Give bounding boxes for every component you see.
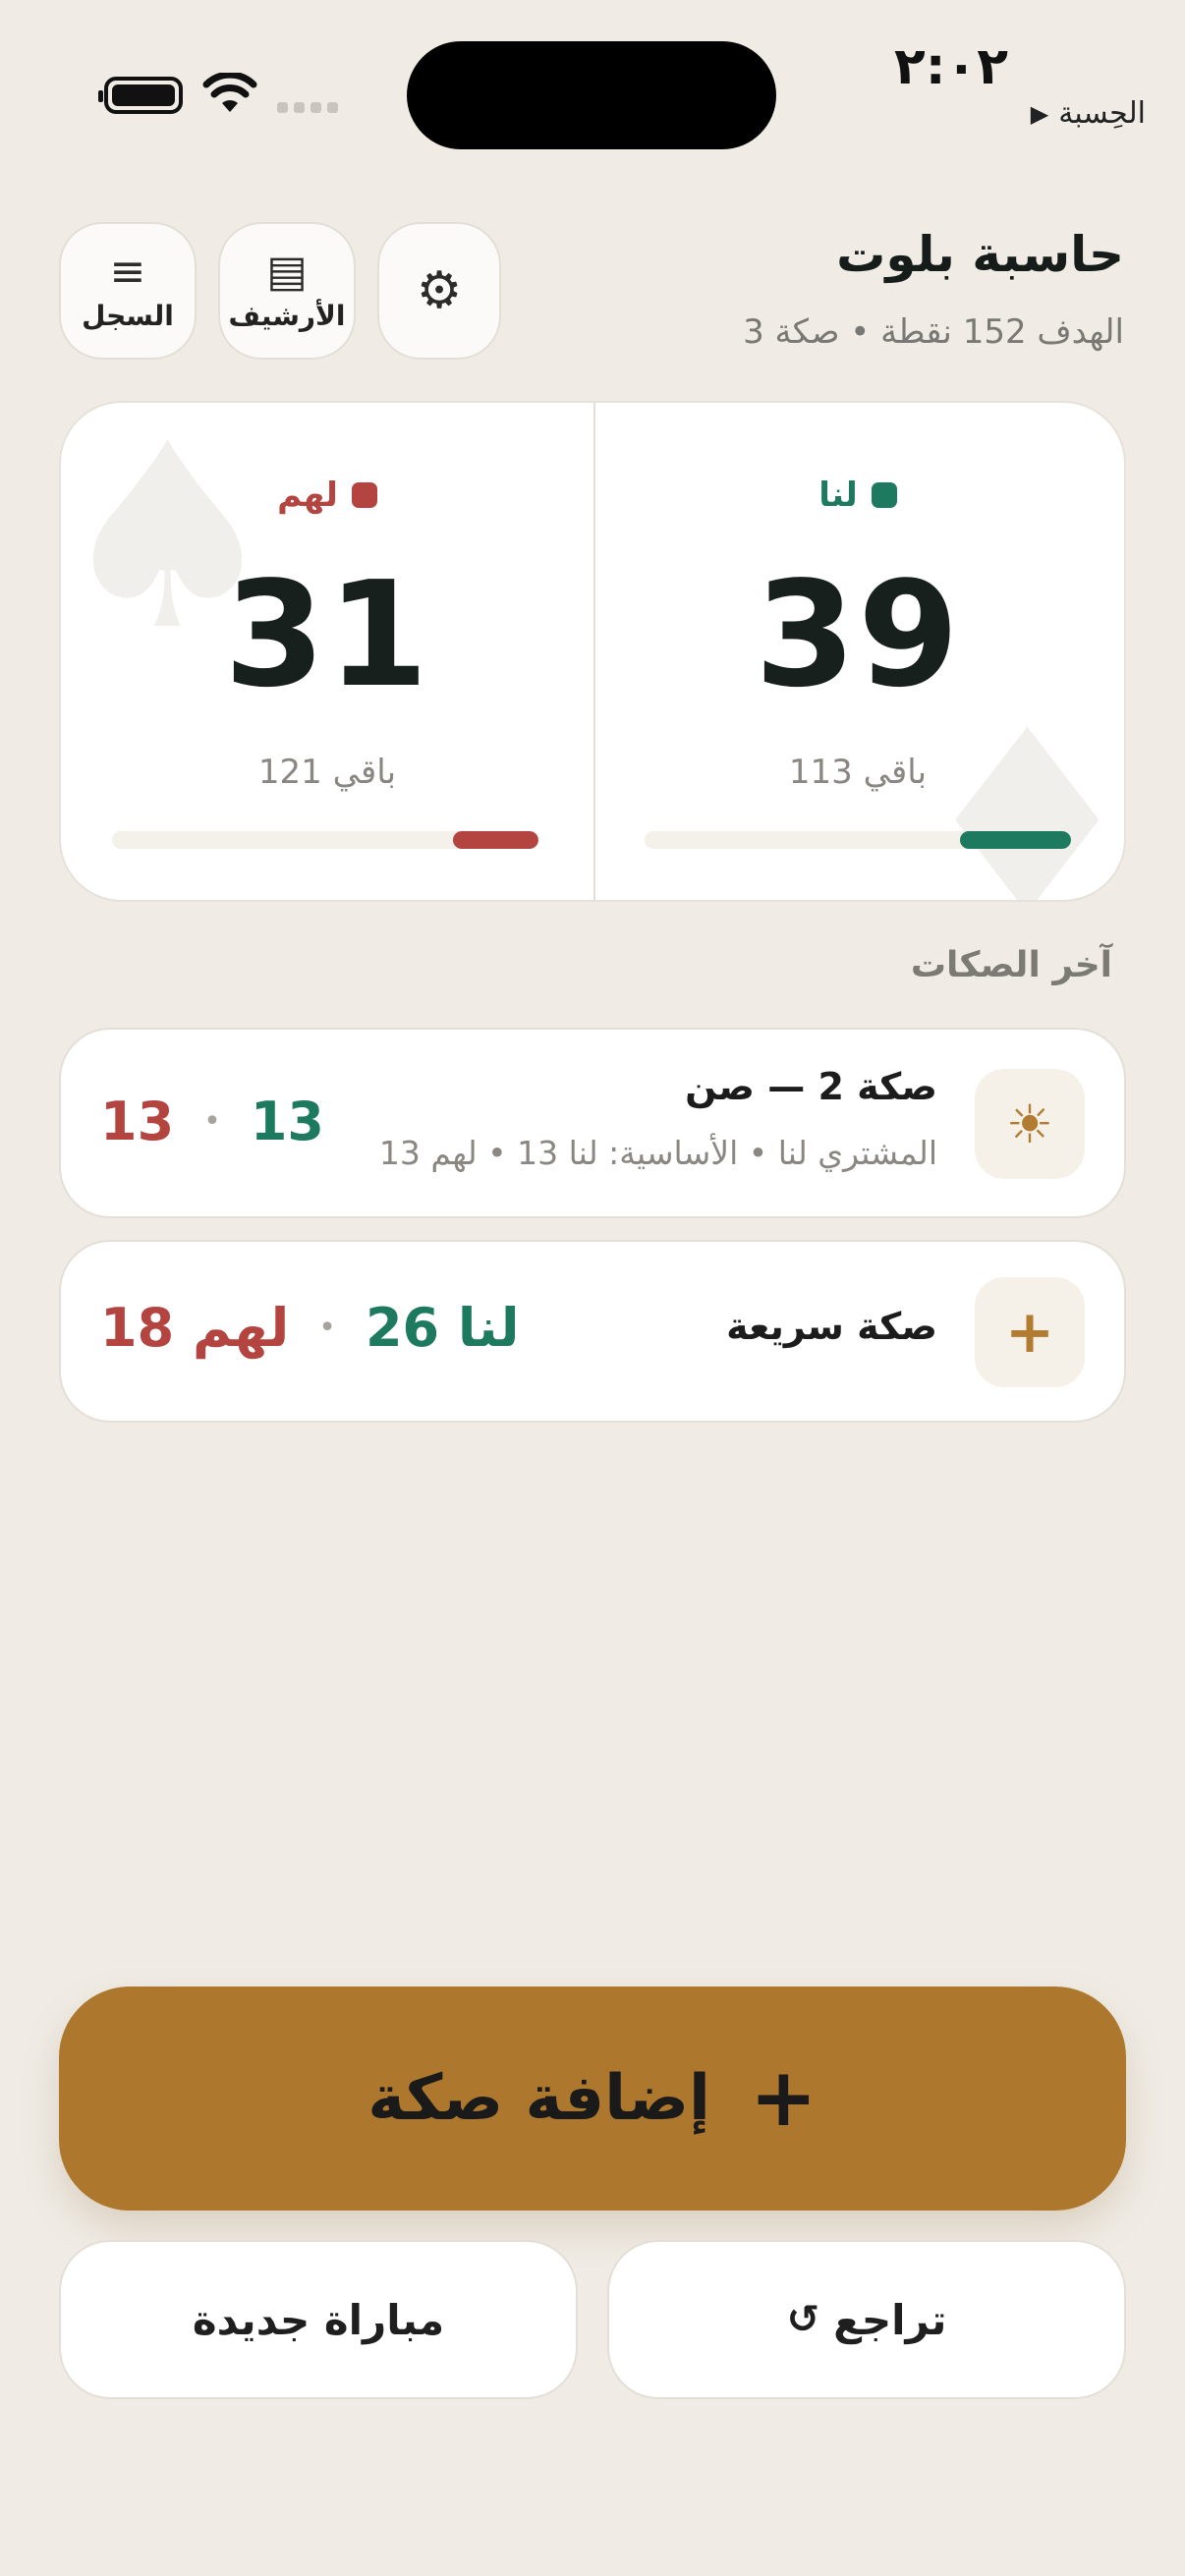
- match-goal-subtitle: الهدف 152 نقطة • صكة 3: [743, 312, 1124, 352]
- undo-label: تراجع: [833, 2295, 947, 2344]
- team-them-panel[interactable]: لهم 31 باقي 121: [61, 403, 593, 900]
- team-us-panel[interactable]: لنا 39 باقي 113: [592, 403, 1124, 900]
- add-round-button[interactable]: + إضافة صكة: [59, 1987, 1126, 2211]
- round-title: صكة 2 — صن: [685, 1065, 937, 1108]
- team-them-progress-bar: [112, 831, 538, 849]
- log-button-label: السجل: [82, 299, 174, 332]
- scoreboard-card: ♠ ♦ لنا 39 باقي 113 لهم 31 باقي 121: [59, 401, 1126, 902]
- team-them-color-dot: [351, 482, 377, 508]
- round-us-points: 13: [250, 1091, 325, 1152]
- team-them-score: 31: [224, 550, 430, 719]
- battery-icon: [98, 77, 183, 114]
- recent-rounds-heading: آخر الصكات: [910, 945, 1112, 985]
- points-separator: •: [203, 1104, 221, 1139]
- plus-icon: +: [975, 1277, 1085, 1387]
- team-us-progress-fill: [960, 831, 1071, 849]
- team-us-name: لنا: [818, 476, 858, 515]
- back-arrow-icon: ▶: [1030, 99, 1049, 128]
- log-button[interactable]: ≡ السجل: [59, 222, 197, 360]
- status-time: ٢:٠٢: [893, 37, 1008, 96]
- round-points: لهم 18 • لنا 26: [100, 1297, 520, 1359]
- settings-button[interactable]: ⚙: [377, 222, 501, 360]
- back-app-label: الحِسبة: [1058, 96, 1146, 131]
- wifi-icon: [202, 71, 257, 120]
- round-them-points: 13: [100, 1091, 175, 1152]
- team-them-remaining: باقي 121: [257, 753, 397, 792]
- cellular-signal-icon: [277, 102, 338, 113]
- plus-icon: +: [749, 2051, 818, 2145]
- points-separator: •: [318, 1311, 336, 1345]
- round-list-item[interactable]: ☀ صكة 2 — صن المشتري لنا • الأساسية: لنا…: [59, 1028, 1126, 1218]
- team-them-name: لهم: [277, 476, 338, 515]
- back-to-app-link[interactable]: ▶ الحِسبة: [1031, 96, 1146, 131]
- round-list-item[interactable]: + صكة سريعة لهم 18 • لنا 26: [59, 1240, 1126, 1423]
- team-us-remaining: باقي 113: [788, 753, 928, 792]
- undo-icon: ↺: [786, 2297, 820, 2342]
- new-match-label: مباراة جديدة: [192, 2295, 445, 2344]
- gear-icon: ⚙: [416, 261, 463, 320]
- undo-button[interactable]: تراجع ↺: [607, 2240, 1126, 2399]
- team-us-progress-bar: [645, 831, 1071, 849]
- page-title: حاسبة بلوت: [836, 226, 1124, 283]
- round-detail: المشتري لنا • الأساسية: لنا 13 • لهم 13: [378, 1134, 937, 1172]
- round-points: 13 • 13: [100, 1091, 324, 1152]
- archive-icon: ▤: [266, 246, 308, 297]
- team-them-progress-fill: [453, 831, 538, 849]
- team-us-color-dot: [871, 482, 897, 508]
- archive-button-label: الأرشيف: [228, 299, 346, 332]
- round-them-points: لهم 18: [100, 1297, 290, 1359]
- sun-icon: ☀: [975, 1069, 1085, 1179]
- add-round-label: إضافة صكة: [367, 2062, 710, 2135]
- new-match-button[interactable]: مباراة جديدة: [59, 2240, 578, 2399]
- archive-button[interactable]: ▤ الأرشيف: [218, 222, 356, 360]
- round-us-points: لنا 26: [365, 1297, 520, 1359]
- menu-icon: ≡: [109, 246, 146, 297]
- round-title: صكة سريعة: [726, 1305, 937, 1348]
- dynamic-island: [407, 41, 776, 149]
- team-us-score: 39: [755, 550, 961, 719]
